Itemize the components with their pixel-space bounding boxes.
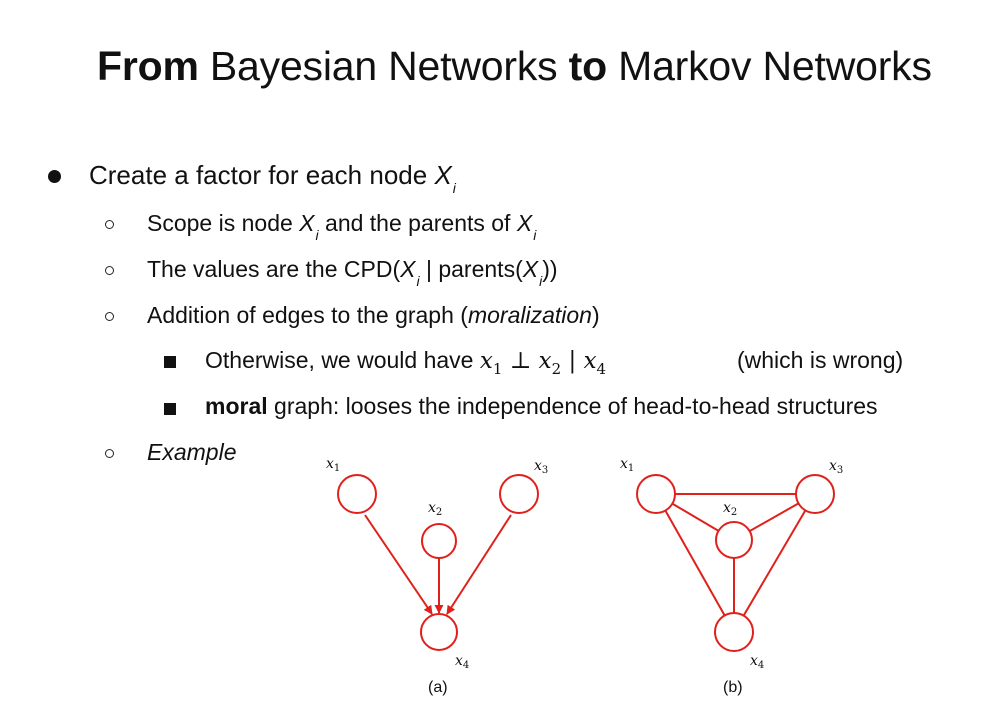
node-x3: [795, 474, 835, 514]
node-x2: [421, 523, 457, 559]
node-x4: [420, 613, 458, 651]
edge-x3-x4: [733, 493, 816, 633]
node-label-x2: x2: [723, 500, 738, 518]
caption-b: (b): [723, 679, 743, 696]
node-x1: [636, 474, 676, 514]
node-label-x4: x4: [750, 653, 765, 671]
edge-x1-x4: [364, 514, 433, 615]
edge-x3-x4: [446, 514, 512, 615]
node-x4: [714, 612, 754, 652]
graphs-svg: [337, 474, 835, 652]
node-label-x3: x3: [829, 458, 844, 476]
node-label-x1: x1: [326, 456, 341, 474]
node-x1: [337, 474, 377, 514]
node-label-x4: x4: [455, 653, 470, 671]
node-label-x1: x1: [620, 456, 635, 474]
node-x3: [499, 474, 539, 514]
caption-a: (a): [428, 679, 448, 696]
node-label-x3: x3: [534, 458, 549, 476]
node-x2: [715, 521, 753, 559]
node-label-x2: x2: [428, 500, 443, 518]
